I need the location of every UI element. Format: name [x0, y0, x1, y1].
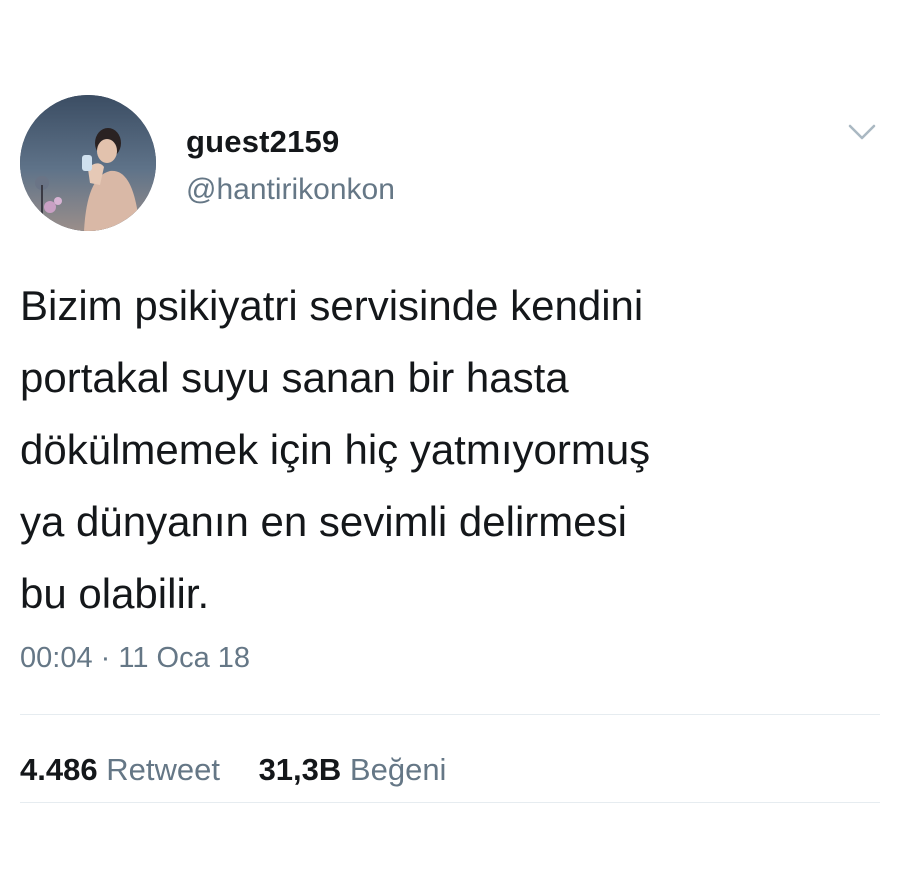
chevron-down-icon[interactable] [846, 118, 878, 146]
like-count: 31,3B [258, 752, 342, 787]
avatar[interactable] [20, 95, 156, 231]
retweet-count-link[interactable]: 4.486 Retweet [20, 752, 220, 788]
display-name[interactable]: guest2159 [186, 124, 339, 160]
retweet-label: Retweet [106, 752, 220, 787]
tweet-text: Bizim psikiyatri servisinde kendini port… [20, 282, 651, 617]
engagement-stats: 4.486 Retweet 31,3B Beğeni [20, 752, 476, 788]
tweet-date: 11 Oca 18 [118, 642, 251, 674]
retweet-count: 4.486 [20, 752, 98, 787]
user-handle[interactable]: @hantirikonkon [186, 173, 395, 207]
like-count-link[interactable]: 31,3B Beğeni [259, 752, 447, 788]
avatar-image [20, 95, 156, 231]
like-label: Beğeni [349, 752, 447, 787]
timestamp-separator: · [100, 642, 111, 674]
tweet-timestamp[interactable]: 00:04 · 11 Oca 18 [20, 642, 250, 675]
tweet-time: 00:04 [20, 642, 93, 674]
divider [20, 714, 880, 715]
tweet-card: guest2159 @hantirikonkon Bizim psikiyatr… [0, 0, 900, 880]
divider [20, 802, 880, 803]
